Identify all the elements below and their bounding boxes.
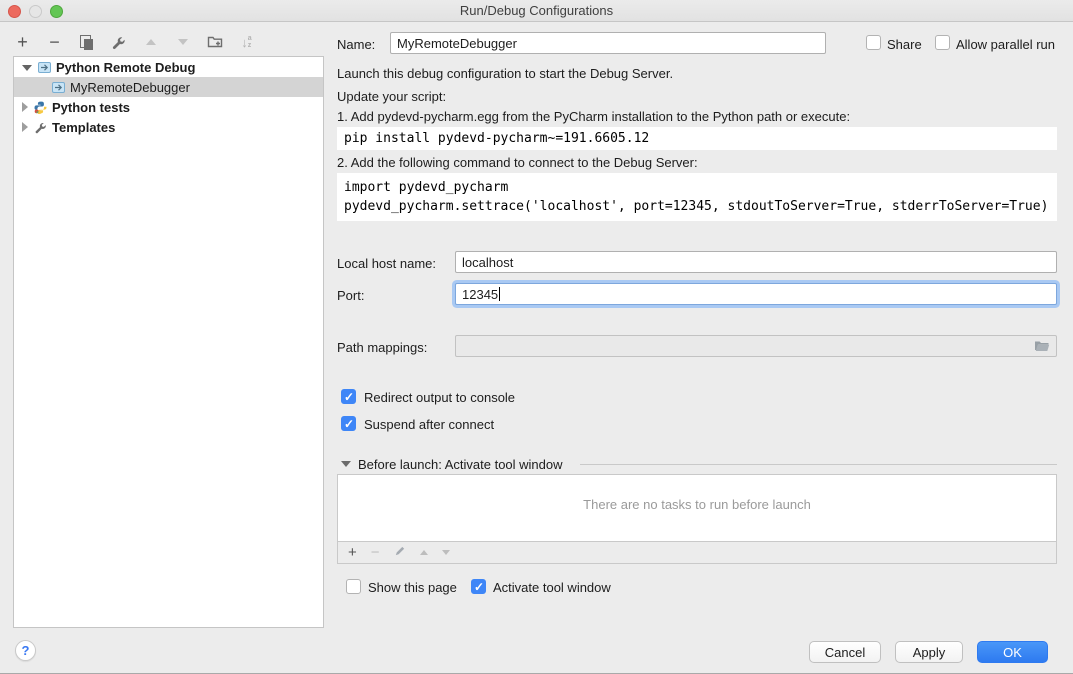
collapse-section-icon[interactable] xyxy=(341,461,351,467)
empty-tasks-text: There are no tasks to run before launch xyxy=(338,497,1056,512)
tree-item-python-remote-debug[interactable]: Python Remote Debug xyxy=(14,57,323,77)
suspend-after-connect-checkbox[interactable] xyxy=(341,416,356,431)
add-icon[interactable]: + xyxy=(348,545,357,560)
wrench-icon xyxy=(34,121,47,134)
edit-icon xyxy=(394,545,406,560)
edit-templates-icon[interactable] xyxy=(110,34,127,51)
step2-text: 2. Add the following command to connect … xyxy=(337,155,698,170)
before-launch-task-list: There are no tasks to run before launch … xyxy=(337,474,1057,564)
chevron-right-icon[interactable] xyxy=(22,102,28,112)
step1-text: 1. Add pydevd-pycharm.egg from the PyCha… xyxy=(337,109,850,124)
local-host-name-input[interactable] xyxy=(455,251,1057,273)
show-this-page-checkbox[interactable] xyxy=(346,579,361,594)
path-mappings-input[interactable] xyxy=(455,335,1057,357)
port-input[interactable]: 12345 xyxy=(455,283,1057,305)
remove-icon[interactable]: − xyxy=(46,34,63,51)
tree-item-label: Templates xyxy=(52,120,115,135)
text-caret xyxy=(499,287,500,301)
add-icon[interactable]: + xyxy=(14,34,31,51)
remote-debug-icon xyxy=(52,81,65,94)
update-script-text: Update your script: xyxy=(337,89,446,104)
redirect-output-checkbox[interactable] xyxy=(341,389,356,404)
move-up-icon xyxy=(142,34,159,51)
move-down-icon xyxy=(442,550,450,555)
configurations-toolbar: + − ↓az xyxy=(14,31,255,53)
ok-button[interactable]: OK xyxy=(977,641,1048,663)
remote-debug-icon xyxy=(38,61,51,74)
name-input[interactable] xyxy=(390,32,826,54)
port-value: 12345 xyxy=(462,287,498,302)
move-down-icon xyxy=(174,34,191,51)
share-label: Share xyxy=(887,37,922,52)
help-button[interactable]: ? xyxy=(15,640,36,661)
settrace-code-block: import pydevd_pycharm pydevd_pycharm.set… xyxy=(337,173,1057,221)
tree-item-label: Python tests xyxy=(52,100,130,115)
tree-item-label: Python Remote Debug xyxy=(56,60,195,75)
tree-item-python-tests[interactable]: Python tests xyxy=(14,97,323,117)
launch-instruction-text: Launch this debug configuration to start… xyxy=(337,66,673,81)
port-label: Port: xyxy=(337,288,364,303)
copy-icon[interactable] xyxy=(78,34,95,51)
section-divider xyxy=(580,464,1057,465)
suspend-after-connect-label: Suspend after connect xyxy=(364,417,494,432)
window-title: Run/Debug Configurations xyxy=(0,3,1073,18)
folder-icon[interactable] xyxy=(1034,340,1050,356)
before-launch-header: Before launch: Activate tool window xyxy=(358,457,563,472)
chevron-down-icon[interactable] xyxy=(22,65,32,71)
pip-install-command: pip install pydevd-pycharm~=191.6605.12 xyxy=(337,127,1057,150)
apply-button[interactable]: Apply xyxy=(895,641,963,663)
move-up-icon xyxy=(420,550,428,555)
cancel-button[interactable]: Cancel xyxy=(809,641,881,663)
local-host-name-label: Local host name: xyxy=(337,256,436,271)
code-line-1: import pydevd_pycharm xyxy=(344,178,1050,197)
remove-icon: − xyxy=(371,545,380,560)
tree-item-templates[interactable]: Templates xyxy=(14,117,323,137)
activate-tool-window-label: Activate tool window xyxy=(493,580,611,595)
share-checkbox[interactable] xyxy=(866,35,881,50)
tree-item-label: MyRemoteDebugger xyxy=(70,80,190,95)
code-line-2: pydevd_pycharm.settrace('localhost', por… xyxy=(344,197,1050,216)
question-mark-icon: ? xyxy=(22,643,30,658)
title-bar: Run/Debug Configurations xyxy=(0,0,1073,22)
configurations-tree: Python Remote Debug MyRemoteDebugger Pyt… xyxy=(13,56,324,628)
allow-parallel-run-label: Allow parallel run xyxy=(956,37,1055,52)
chevron-right-icon[interactable] xyxy=(22,122,28,132)
redirect-output-label: Redirect output to console xyxy=(364,390,515,405)
task-toolbar: + − xyxy=(338,541,1056,563)
allow-parallel-run-checkbox[interactable] xyxy=(935,35,950,50)
name-label: Name: xyxy=(337,37,375,52)
show-this-page-label: Show this page xyxy=(368,580,457,595)
tree-item-myremotedebugger[interactable]: MyRemoteDebugger xyxy=(14,77,323,97)
python-icon xyxy=(34,101,47,114)
new-folder-icon[interactable] xyxy=(206,34,223,51)
path-mappings-label: Path mappings: xyxy=(337,340,427,355)
sort-alphabetically-icon: ↓az xyxy=(238,34,255,51)
activate-tool-window-checkbox[interactable] xyxy=(471,579,486,594)
run-debug-configurations-dialog: Run/Debug Configurations + − ↓az Python … xyxy=(0,0,1073,674)
